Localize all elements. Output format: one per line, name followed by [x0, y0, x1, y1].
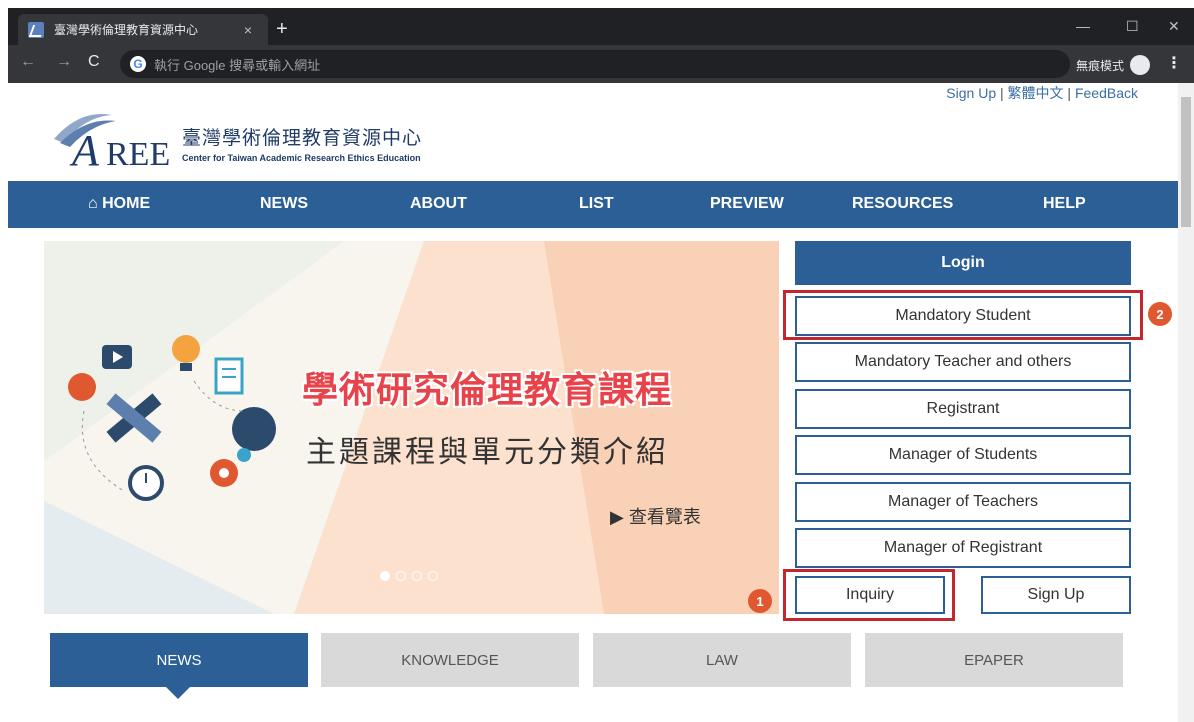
carousel-dot[interactable]: [412, 571, 422, 581]
scrollbar-thumb[interactable]: [1181, 97, 1191, 227]
browser-toolbar: ← → C G 執行 Google 搜尋或輸入網址 無痕模式 ⋮: [8, 45, 1194, 83]
login-header: Login: [795, 241, 1131, 285]
step-marker-2: 2: [1148, 302, 1172, 326]
hero-banner[interactable]: 學術研究倫理教育課程 主題課程與單元分類介紹 ▶ 查看覽表: [44, 241, 779, 614]
tab-news[interactable]: NEWS: [50, 633, 308, 687]
nav-news[interactable]: NEWS: [260, 195, 308, 213]
carousel-dot[interactable]: [428, 571, 438, 581]
highlight-box-2: [783, 290, 1143, 340]
browser-tab-bar: 臺灣學術倫理教育資源中心 × + — ☐ ✕: [8, 8, 1194, 45]
login-mandatory-teacher-button[interactable]: Mandatory Teacher and others: [795, 342, 1131, 382]
tab-close-icon[interactable]: ×: [236, 22, 260, 38]
window-maximize-button[interactable]: ☐: [1126, 18, 1139, 35]
svg-text:A: A: [69, 126, 100, 169]
tab-epaper[interactable]: EPAPER: [865, 633, 1123, 687]
feedback-link[interactable]: FeedBack: [1075, 85, 1138, 101]
logo-name-zh: 臺灣學術倫理教育資源中心: [182, 128, 423, 149]
svg-text:REE: REE: [106, 136, 170, 169]
carousel-dots: [380, 571, 438, 581]
back-arrow-icon[interactable]: ←: [20, 53, 36, 71]
nav-resources[interactable]: RESOURCES: [852, 195, 953, 213]
nav-preview[interactable]: PREVIEW: [710, 195, 784, 213]
browser-menu-icon[interactable]: ⋮: [1166, 53, 1182, 73]
logo-name-en: Center for Taiwan Academic Research Ethi…: [182, 153, 421, 163]
window-close-button[interactable]: ✕: [1168, 18, 1180, 35]
carousel-dot[interactable]: [396, 571, 406, 581]
highlight-box-1: [783, 569, 955, 621]
tab-law[interactable]: LAW: [593, 633, 851, 687]
banner-view-list-link[interactable]: ▶ 查看覽表: [610, 503, 701, 529]
new-tab-button[interactable]: +: [276, 19, 288, 39]
aree-logo-icon: A REE: [54, 114, 170, 169]
step-marker-1: 1: [748, 589, 772, 613]
nav-about[interactable]: ABOUT: [410, 195, 467, 213]
banner-subtitle: 主題課程與單元分類介紹: [306, 436, 669, 469]
page-scrollbar[interactable]: [1178, 83, 1194, 722]
login-manager-teachers-button[interactable]: Manager of Teachers: [795, 482, 1131, 522]
top-link-separator: |: [996, 85, 1008, 101]
carousel-dot[interactable]: [380, 571, 390, 581]
google-icon: G: [130, 56, 146, 72]
tab-title: 臺灣學術倫理教育資源中心: [54, 23, 199, 37]
active-tab-arrow-icon: [166, 687, 190, 699]
address-bar-placeholder: 執行 Google 搜尋或輸入網址: [154, 57, 321, 73]
login-manager-students-button[interactable]: Manager of Students: [795, 435, 1131, 475]
browser-tab[interactable]: 臺灣學術倫理教育資源中心 ×: [18, 14, 268, 45]
nav-help[interactable]: HELP: [1043, 195, 1086, 213]
top-links: Sign Up | 繁體中文 | FeedBack: [946, 83, 1138, 103]
nav-list[interactable]: LIST: [579, 195, 614, 213]
nav-home-label: HOME: [102, 195, 151, 212]
incognito-icon: [1130, 55, 1150, 75]
language-link[interactable]: 繁體中文: [1008, 85, 1064, 101]
top-link-separator: |: [1063, 85, 1075, 101]
forward-arrow-icon[interactable]: →: [56, 53, 72, 71]
nav-home[interactable]: ⌂ HOME: [88, 195, 150, 213]
address-bar[interactable]: G 執行 Google 搜尋或輸入網址: [120, 50, 1070, 78]
site-favicon-icon: [28, 21, 44, 38]
tab-knowledge[interactable]: KNOWLEDGE: [321, 633, 579, 687]
web-page: Sign Up | 繁體中文 | FeedBack A REE 臺灣學術倫理教育…: [8, 83, 1178, 722]
site-logo[interactable]: A REE 臺灣學術倫理教育資源中心 Center for Taiwan Aca…: [50, 107, 470, 171]
content-tabs: NEWS KNOWLEDGE LAW EPAPER: [50, 633, 1130, 689]
window-minimize-button[interactable]: —: [1076, 18, 1090, 34]
incognito-label: 無痕模式: [1075, 58, 1124, 73]
education-illustration-icon: [68, 335, 276, 501]
login-registrant-button[interactable]: Registrant: [795, 389, 1131, 429]
login-manager-registrant-button[interactable]: Manager of Registrant: [795, 528, 1131, 568]
main-navigation: ⌂ HOME NEWS ABOUT LIST PREVIEW RESOURCES…: [8, 181, 1178, 228]
home-icon: ⌂: [88, 195, 103, 212]
incognito-indicator[interactable]: 無痕模式: [1076, 55, 1150, 75]
banner-title: 學術研究倫理教育課程: [302, 369, 673, 410]
reload-icon[interactable]: C: [88, 53, 100, 71]
signup-button[interactable]: Sign Up: [981, 576, 1131, 614]
top-signup-link[interactable]: Sign Up: [946, 85, 996, 101]
